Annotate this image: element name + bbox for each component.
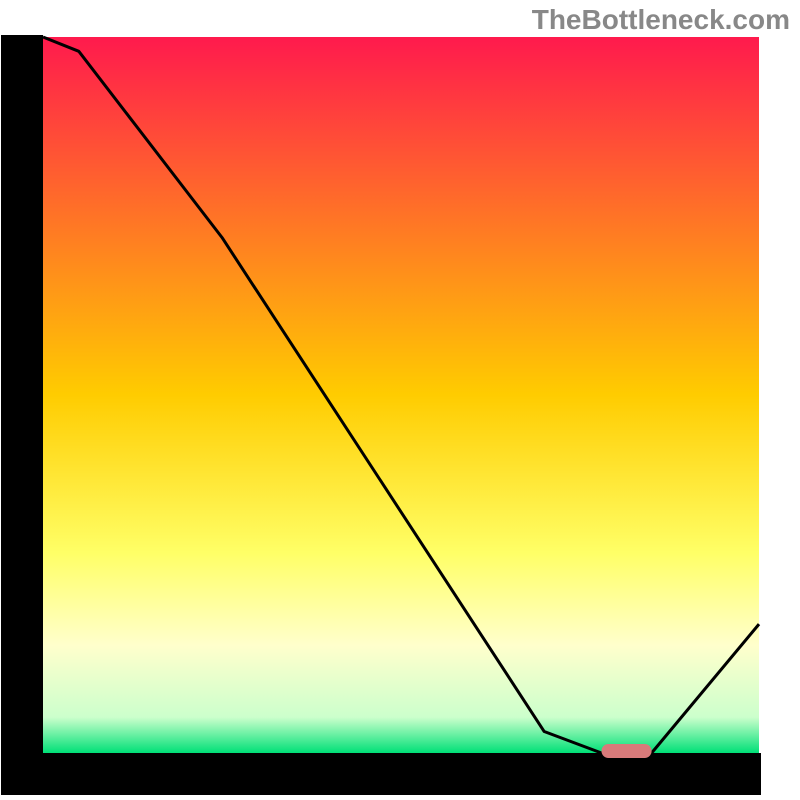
optimal-zone-marker bbox=[601, 744, 651, 758]
chart-container: TheBottleneck.com bbox=[0, 0, 800, 800]
attribution-label: TheBottleneck.com bbox=[532, 4, 790, 36]
bottleneck-chart bbox=[0, 0, 800, 800]
